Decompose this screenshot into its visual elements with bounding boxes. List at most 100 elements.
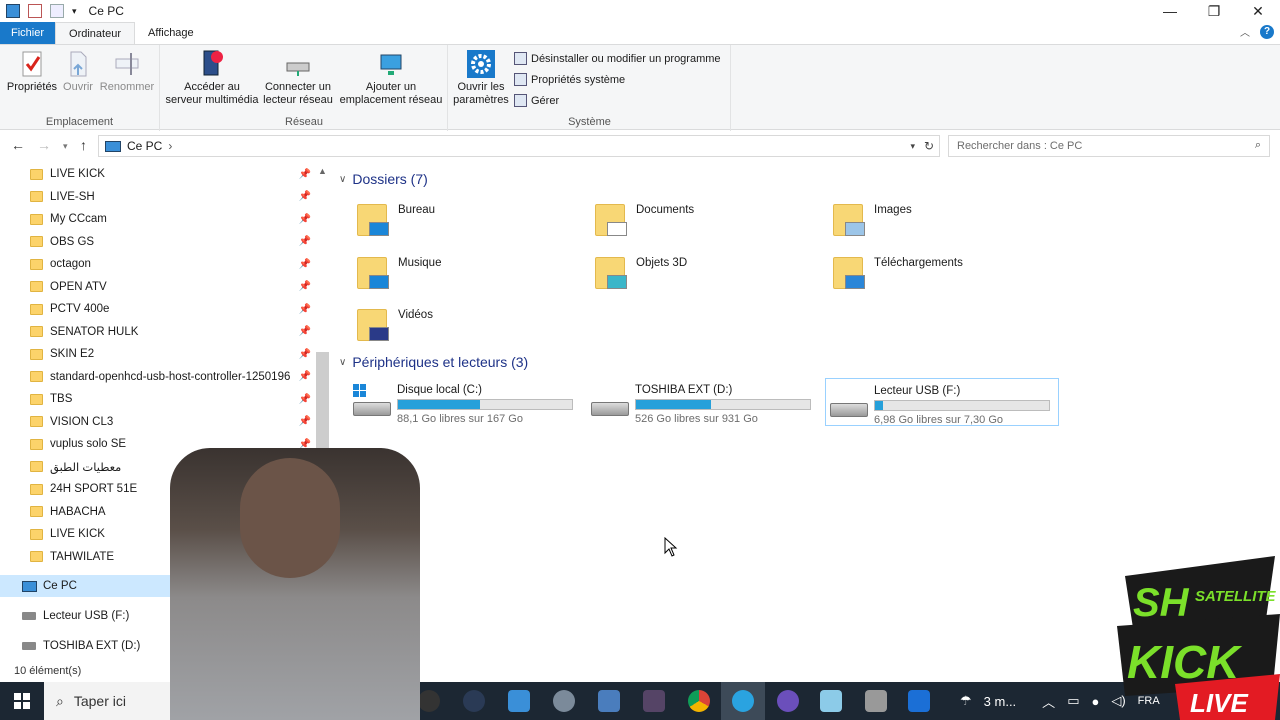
media-server-button[interactable]: Accéder au serveur multimédia bbox=[165, 49, 259, 107]
recent-locations-button[interactable]: ▾ bbox=[63, 141, 68, 152]
drive-free-space: 6,98 Go libres sur 7,30 Go bbox=[874, 414, 1004, 426]
nav-quick-access-item[interactable]: My CCcam 📌 bbox=[30, 208, 315, 230]
devices-section-header[interactable]: ∨ Périphériques et lecteurs (3) bbox=[339, 354, 528, 370]
taskbar-search-placeholder: Taper ici bbox=[73, 693, 126, 709]
folder-item[interactable]: Musique bbox=[355, 251, 585, 299]
tab-ordinateur[interactable]: Ordinateur bbox=[55, 22, 135, 44]
folder-icon bbox=[30, 528, 43, 540]
folder-item[interactable]: Objets 3D bbox=[593, 251, 823, 299]
tab-affichage[interactable]: Affichage bbox=[135, 22, 207, 44]
pin-icon[interactable]: 📌 bbox=[299, 191, 311, 202]
pin-icon[interactable]: 📌 bbox=[299, 304, 311, 315]
taskbar-app-pc[interactable] bbox=[508, 690, 530, 712]
nav-quick-access-item[interactable]: VISION CL3 📌 bbox=[30, 411, 315, 433]
start-button[interactable] bbox=[0, 682, 44, 720]
folder-item[interactable]: Bureau bbox=[355, 198, 585, 246]
back-button[interactable]: ← bbox=[11, 137, 25, 153]
pin-icon[interactable]: 📌 bbox=[299, 281, 311, 292]
pin-icon[interactable]: 📌 bbox=[299, 371, 311, 382]
up-button[interactable]: ↑ bbox=[80, 137, 87, 153]
forward-button[interactable]: → bbox=[37, 137, 51, 153]
weather-text[interactable]: 3 m... bbox=[984, 694, 1017, 709]
taskbar-app-h[interactable] bbox=[908, 690, 930, 712]
nav-quick-access-item[interactable]: SKIN E2 📌 bbox=[30, 343, 315, 365]
add-network-location-button[interactable]: Ajouter un emplacement réseau bbox=[339, 49, 443, 107]
system-properties-button[interactable]: Propriétés système bbox=[514, 73, 625, 86]
new-folder-quick-icon[interactable] bbox=[50, 4, 64, 18]
address-dropdown-icon[interactable]: ▾ bbox=[910, 141, 915, 152]
folder-item[interactable]: Images bbox=[831, 198, 1061, 246]
collapse-chevron-icon[interactable]: ∨ bbox=[339, 357, 346, 368]
manage-button[interactable]: Gérer bbox=[514, 94, 559, 107]
tray-overflow-icon[interactable]: ︿ bbox=[1042, 692, 1055, 711]
taskbar-app-obs[interactable] bbox=[418, 690, 440, 712]
drive-item[interactable]: Disque local (C:) 88,1 Go libres sur 167 … bbox=[349, 378, 583, 426]
nav-quick-access-item[interactable]: SENATOR HULK 📌 bbox=[30, 321, 315, 343]
nav-quick-access-item[interactable]: PCTV 400e 📌 bbox=[30, 298, 315, 320]
properties-button[interactable]: Propriétés bbox=[6, 49, 58, 94]
pin-icon[interactable]: 📌 bbox=[299, 236, 311, 247]
maximize-button[interactable]: ❐ bbox=[1192, 0, 1236, 22]
pin-icon[interactable]: 📌 bbox=[299, 169, 311, 180]
nav-quick-access-item[interactable]: standard-openhcd-usb-host-controller-125… bbox=[30, 366, 315, 388]
nav-item-label: standard-openhcd-usb-host-controller-125… bbox=[50, 370, 291, 383]
network-icon[interactable]: ▭ bbox=[1067, 693, 1079, 709]
nav-quick-access-item[interactable]: OPEN ATV 📌 bbox=[30, 276, 315, 298]
open-settings-button[interactable]: Ouvrir les paramètres bbox=[453, 49, 509, 107]
pin-icon[interactable]: 📌 bbox=[299, 326, 311, 337]
nav-item-label: SKIN E2 bbox=[50, 348, 95, 360]
taskbar-app-paint[interactable] bbox=[553, 690, 575, 712]
pin-icon[interactable]: 📌 bbox=[299, 394, 311, 405]
minimize-button[interactable]: — bbox=[1148, 0, 1192, 22]
open-button[interactable]: Ouvrir bbox=[58, 49, 98, 94]
pin-icon[interactable]: 📌 bbox=[299, 416, 311, 427]
folder-icon bbox=[30, 168, 43, 180]
nav-quick-access-item[interactable]: OBS GS 📌 bbox=[30, 231, 315, 253]
rename-button[interactable]: Renommer bbox=[98, 49, 156, 94]
windows-drive-icon bbox=[351, 380, 391, 422]
nav-quick-access-item[interactable]: LIVE-SH 📌 bbox=[30, 186, 315, 208]
chrome-icon[interactable] bbox=[688, 690, 710, 712]
search-icon[interactable]: ⌕ bbox=[1255, 139, 1261, 152]
address-bar[interactable]: Ce PC › ▾ ↻ bbox=[98, 135, 940, 157]
scroll-up-icon[interactable]: ▲ bbox=[318, 166, 327, 176]
folder-item[interactable]: Téléchargements bbox=[831, 251, 1061, 299]
uninstall-program-button[interactable]: Désinstaller ou modifier un programme bbox=[514, 52, 721, 65]
taskbar-app-camera[interactable] bbox=[463, 690, 485, 712]
search-input[interactable]: Rechercher dans : Ce PC ⌕ bbox=[948, 135, 1270, 157]
nav-quick-access-item[interactable]: TBS 📌 bbox=[30, 388, 315, 410]
telegram-icon[interactable] bbox=[732, 690, 754, 712]
taskbar-app-network[interactable] bbox=[865, 690, 887, 712]
collapse-chevron-icon[interactable]: ∨ bbox=[339, 174, 346, 185]
nav-item-label: PCTV 400e bbox=[50, 303, 110, 315]
taskbar-app-calculator[interactable] bbox=[598, 690, 620, 712]
help-icon[interactable]: ? bbox=[1260, 24, 1274, 39]
folder-item[interactable]: Vidéos bbox=[355, 303, 585, 351]
pin-icon[interactable]: 📌 bbox=[299, 349, 311, 360]
taskbar-app-explorer[interactable] bbox=[643, 690, 665, 712]
nav-item-label: octagon bbox=[50, 258, 91, 270]
weather-icon[interactable]: ☂ bbox=[960, 693, 972, 709]
folders-section-header[interactable]: ∨ Dossiers (7) bbox=[339, 171, 428, 187]
external-drive-icon bbox=[22, 642, 36, 650]
presenter-head bbox=[240, 458, 340, 578]
taskbar-app-atom[interactable] bbox=[777, 690, 799, 712]
map-network-drive-button[interactable]: Connecter un lecteur réseau bbox=[259, 49, 337, 107]
drive-item[interactable]: TOSHIBA EXT (D:) 526 Go libres sur 931 Go bbox=[587, 378, 821, 426]
nav-quick-access-item[interactable]: octagon 📌 bbox=[30, 253, 315, 275]
close-button[interactable]: ✕ bbox=[1236, 0, 1280, 22]
collapse-ribbon-icon[interactable]: ︿ bbox=[1240, 24, 1250, 39]
microphone-icon[interactable]: ● bbox=[1091, 694, 1099, 709]
taskbar-app-notes[interactable] bbox=[820, 690, 842, 712]
drive-item[interactable]: Lecteur USB (F:) 6,98 Go libres sur 7,30 … bbox=[825, 378, 1059, 426]
properties-quick-icon[interactable] bbox=[28, 4, 42, 18]
nav-quick-access-item[interactable]: LIVE KICK 📌 bbox=[30, 163, 315, 185]
address-path[interactable]: Ce PC bbox=[127, 139, 162, 153]
breadcrumb-chevron-icon[interactable]: › bbox=[168, 139, 172, 153]
pin-icon[interactable]: 📌 bbox=[299, 214, 311, 225]
tab-fichier[interactable]: Fichier bbox=[0, 22, 56, 44]
refresh-icon[interactable]: ↻ bbox=[924, 139, 934, 153]
pin-icon[interactable]: 📌 bbox=[299, 259, 311, 270]
customize-quick-access-icon[interactable]: ▾ bbox=[72, 6, 77, 17]
folder-item[interactable]: Documents bbox=[593, 198, 823, 246]
